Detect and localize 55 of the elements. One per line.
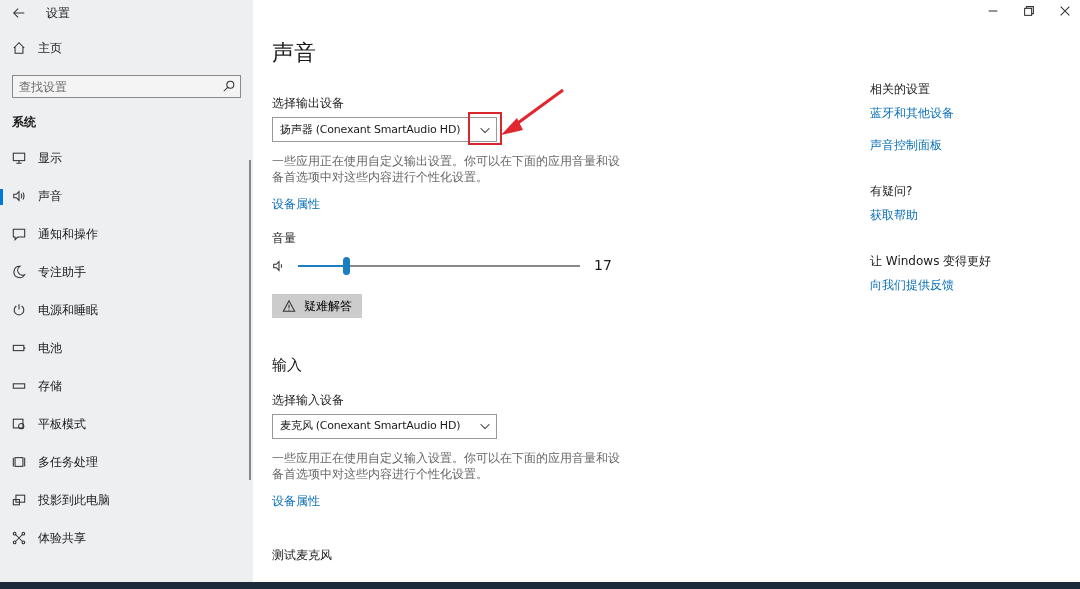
description: 一些应用正在使用自定义输出设置。你可以在下面的应用音量和设备首选项中对这些内容进行个性化设置。 <box>272 153 621 186</box>
slider-thumb[interactable] <box>342 256 350 275</box>
close-icon <box>1058 4 1072 18</box>
search-icon <box>222 79 236 93</box>
back-icon <box>12 6 26 20</box>
group-heading: 相关的设置 <box>870 81 931 98</box>
multitask-icon <box>12 455 26 469</box>
sidebar-item[interactable]: 显示 <box>0 139 253 177</box>
tablet-icon <box>12 417 26 431</box>
group-heading: 有疑问? <box>870 183 914 200</box>
sidebar-item[interactable]: 通知和操作 <box>0 215 253 253</box>
section-heading: 输入 <box>272 355 303 377</box>
sidebar-item[interactable]: 电源和睡眠 <box>0 291 253 329</box>
sidebar-item[interactable]: 声音 <box>0 177 253 215</box>
related-link[interactable]: 向我们提供反馈 <box>870 276 992 294</box>
page-title: 声音 <box>272 40 317 67</box>
field-label: 选择输入设备 <box>272 391 345 409</box>
projector-icon <box>12 493 26 507</box>
sidebar-item[interactable]: 电池 <box>0 329 253 367</box>
device-dropdown[interactable]: 麦克风 (Conexant SmartAudio HD) <box>272 413 497 439</box>
sidebar-item[interactable]: 投影到此电脑 <box>0 481 253 519</box>
device-properties-link[interactable]: 设备属性 <box>272 195 320 214</box>
moon-icon <box>12 265 26 279</box>
scrollbar[interactable] <box>249 160 251 480</box>
volume-reading: 17 <box>594 256 612 276</box>
window-title: 设置 <box>46 5 70 22</box>
message-icon <box>12 227 26 241</box>
share-icon <box>12 531 26 545</box>
sidebar-item[interactable]: 专注助手 <box>0 253 253 291</box>
device-properties-link[interactable]: 设备属性 <box>272 491 320 510</box>
speaker-icon <box>12 189 26 203</box>
sidebar-item[interactable]: 多任务处理 <box>0 443 253 481</box>
section-heading: 系统 <box>11 114 37 131</box>
related-link[interactable]: 声音控制面板 <box>870 136 992 154</box>
group-heading: 让 Windows 变得更好 <box>870 253 992 270</box>
sidebar-item[interactable]: 体验共享 <box>0 519 253 557</box>
home-nav-item[interactable]: 主页 <box>0 29 253 67</box>
related-link[interactable]: 获取帮助 <box>870 206 992 224</box>
search-field[interactable]: 查找设置 <box>12 75 241 98</box>
volume-label: 音量 <box>272 230 297 248</box>
description: 一些应用正在使用自定义输入设置。你可以在下面的应用音量和设备首选项中对这些内容进行个性化设置。 <box>272 449 621 482</box>
warning-icon <box>282 299 296 314</box>
field-label: 选择输出设备 <box>272 95 345 113</box>
sidebar-item[interactable]: 平板模式 <box>0 405 253 443</box>
power-icon <box>12 303 26 317</box>
home-icon <box>12 41 26 55</box>
monitor-icon <box>12 151 26 165</box>
restore-icon <box>1022 4 1036 18</box>
arrow-annotation <box>499 88 565 138</box>
field-label: 测试麦克风 <box>272 546 333 564</box>
related-link[interactable]: 蓝牙和其他设备 <box>870 104 992 122</box>
troubleshoot-button[interactable]: 疑难解答 <box>272 294 362 319</box>
sidebar-item[interactable]: 存储 <box>0 367 253 405</box>
highlight-box <box>468 112 502 146</box>
device-dropdown[interactable]: 扬声器 (Conexant SmartAudio HD) <box>272 117 497 143</box>
